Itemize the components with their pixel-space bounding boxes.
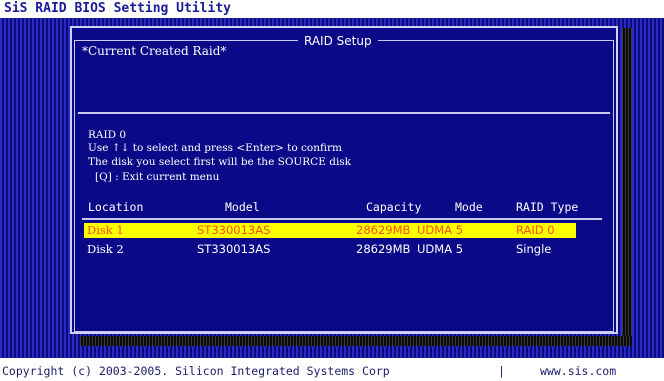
raid-mode-line: RAID 0 — [88, 129, 127, 141]
header-capacity: Capacity — [366, 200, 422, 214]
website-text: www.sis.com — [540, 364, 617, 378]
disk-location: Disk 1 — [87, 223, 124, 237]
dialog-title: RAID Setup — [298, 33, 378, 49]
footer-bar: Copyright (c) 2003-2005. Silicon Integra… — [0, 361, 664, 381]
source-disk-note: The disk you select first will be the SO… — [88, 156, 352, 168]
disk-location: Disk 2 — [87, 242, 124, 256]
instruction-text: Use ↑↓ to select and press <Enter> to co… — [88, 142, 342, 154]
disk-mode: UDMA 5 — [417, 242, 464, 256]
divider-header — [82, 218, 602, 220]
disk-row-1[interactable]: Disk 1 ST330013AS 28629MB UDMA 5 RAID 0 — [84, 223, 576, 238]
header-mode: Mode — [455, 200, 483, 214]
copyright-text: Copyright (c) 2003-2005. Silicon Integra… — [2, 364, 390, 378]
disk-model: ST330013AS — [197, 242, 271, 256]
disk-capacity: 28629MB — [356, 242, 411, 256]
disk-capacity: 28629MB — [356, 223, 411, 237]
header-raid-type: RAID Type — [516, 200, 579, 214]
dialog-shadow-bottom — [80, 336, 632, 346]
dialog-shadow-right — [622, 28, 632, 346]
divider-top — [78, 112, 610, 114]
disk-mode: UDMA 5 — [417, 223, 464, 237]
header-model: Model — [225, 200, 260, 214]
current-created-raid-label: *Current Created Raid* — [82, 44, 227, 58]
disk-model: ST330013AS — [197, 223, 271, 237]
disk-raid-type: RAID 0 — [516, 223, 555, 237]
exit-hint: [Q] : Exit current menu — [95, 171, 220, 183]
table-header: Location Model Capacity Mode RAID Type — [0, 200, 664, 216]
footer-separator: | — [498, 364, 505, 378]
disk-row-2[interactable]: Disk 2 ST330013AS 28629MB UDMA 5 Single — [84, 242, 576, 257]
disk-raid-type: Single — [516, 242, 552, 256]
header-location: Location — [88, 200, 144, 214]
app-title: SiS RAID BIOS Setting Utility — [0, 0, 664, 18]
